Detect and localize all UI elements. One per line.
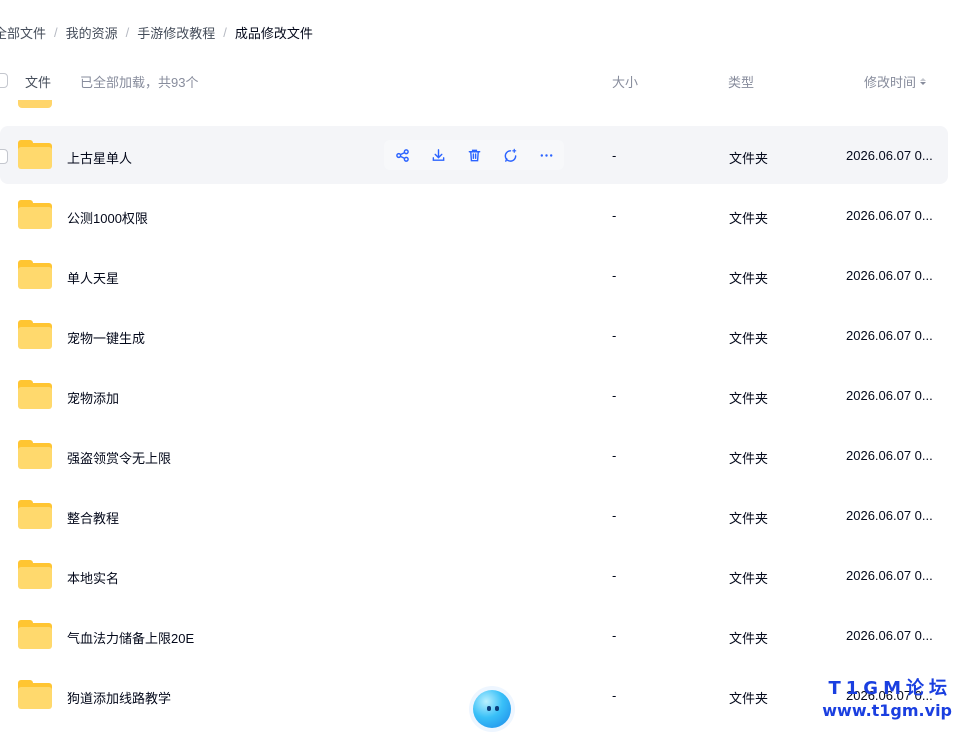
file-size: - xyxy=(612,268,617,283)
file-size: - xyxy=(612,148,617,163)
column-header-modified-time[interactable]: 修改时间 xyxy=(864,72,927,91)
table-row[interactable]: 强盗领赏令无上限 - 文件夹 2026.06.07 0... xyxy=(0,426,948,486)
assistant-avatar-icon xyxy=(473,690,511,728)
table-row[interactable]: 公测1000权限 - 文件夹 2026.06.07 0... xyxy=(0,186,948,246)
file-size: - xyxy=(612,508,617,523)
breadcrumb-separator: / xyxy=(223,24,227,40)
file-name[interactable]: 整合教程 xyxy=(67,508,119,527)
folder-icon xyxy=(18,440,52,470)
file-size: - xyxy=(612,208,617,223)
file-name[interactable]: 狗道添加线路教学 xyxy=(67,688,171,707)
file-modified-time: 2026.06.07 0... xyxy=(846,628,933,643)
file-modified-time: 2026.06.07 0... xyxy=(846,268,933,283)
file-type: 文件夹 xyxy=(729,451,769,466)
file-type: 文件夹 xyxy=(729,691,769,706)
file-modified-time: 2026.06.07 0... xyxy=(846,148,933,163)
file-type: 文件夹 xyxy=(729,631,769,646)
file-type: 文件夹 xyxy=(729,571,769,586)
folder-icon xyxy=(18,560,52,590)
file-modified-time: 2026.06.07 0... xyxy=(846,388,933,403)
table-row[interactable]: 整合教程 - 文件夹 2026.06.07 0... xyxy=(0,486,948,546)
folder-icon xyxy=(18,140,52,170)
ai-assistant-button[interactable] xyxy=(469,686,515,732)
file-size: - xyxy=(612,448,617,463)
file-size: - xyxy=(612,388,617,403)
breadcrumb-item-my-resources[interactable]: 我的资源 xyxy=(66,23,118,42)
table-row[interactable]: 单人天星 - 文件夹 2026.06.07 0... xyxy=(0,246,948,306)
file-modified-time: 2026.06.07 0... xyxy=(846,508,933,523)
file-type: 文件夹 xyxy=(729,271,769,286)
column-header-size[interactable]: 大小 xyxy=(612,72,638,91)
file-browser: 全部文件 / 我的资源 / 手游修改教程 / 成品修改文件 文件 已全部加载，共… xyxy=(0,0,958,733)
table-row[interactable]: 气血法力储备上限20E - 文件夹 2026.06.07 0... xyxy=(0,606,948,666)
file-size: - xyxy=(612,328,617,343)
table-row[interactable]: 宠物添加 - 文件夹 2026.06.07 0... xyxy=(0,366,948,426)
file-name[interactable]: 强盗领赏令无上限 xyxy=(67,448,171,467)
file-size: - xyxy=(612,688,617,703)
watermark: T1GM论坛 www.t1gm.vip xyxy=(822,678,952,722)
breadcrumb-separator: / xyxy=(54,24,58,40)
file-name[interactable]: 公测1000权限 xyxy=(67,208,148,227)
file-name[interactable]: 气血法力储备上限20E xyxy=(67,628,194,647)
file-type: 文件夹 xyxy=(729,331,769,346)
folder-icon xyxy=(18,320,52,350)
column-header-name[interactable]: 文件 xyxy=(25,72,51,91)
file-list-header: 文件 已全部加载，共93个 大小 类型 修改时间 xyxy=(0,60,958,100)
table-row[interactable]: 本地实名 - 文件夹 2026.06.07 0... xyxy=(0,546,948,606)
watermark-title: T1GM论坛 xyxy=(828,678,952,699)
table-row[interactable]: 上古星单人 - 文件夹 2026.06.07 0... xyxy=(0,126,948,184)
folder-icon xyxy=(18,260,52,290)
file-name[interactable]: 单人天星 xyxy=(67,268,119,287)
file-type: 文件夹 xyxy=(729,511,769,526)
file-modified-time: 2026.06.07 0... xyxy=(846,448,933,463)
download-icon[interactable] xyxy=(420,140,456,170)
file-modified-time: 2026.06.07 0... xyxy=(846,328,933,343)
loaded-count-text: 已全部加载，共93个 xyxy=(80,75,199,90)
row-checkbox[interactable] xyxy=(0,149,8,164)
breadcrumb-item-current: 成品修改文件 xyxy=(234,25,313,41)
file-name[interactable]: 本地实名 xyxy=(67,568,119,587)
file-name[interactable]: 宠物添加 xyxy=(67,388,119,407)
breadcrumb-item-mobile-game-tutorials[interactable]: 手游修改教程 xyxy=(137,23,215,42)
share-icon[interactable] xyxy=(384,140,420,170)
folder-icon xyxy=(18,620,52,650)
folder-icon xyxy=(18,200,52,230)
file-size: - xyxy=(612,628,617,643)
file-modified-time: 2026.06.07 0... xyxy=(846,568,933,583)
file-name[interactable]: 宠物一键生成 xyxy=(67,328,145,347)
row-actions xyxy=(384,140,564,170)
table-row[interactable]: 宠物一键生成 - 文件夹 2026.06.07 0... xyxy=(0,306,948,366)
breadcrumb-item-all-files[interactable]: 全部文件 xyxy=(0,23,46,42)
sort-icon xyxy=(920,78,927,85)
file-type: 文件夹 xyxy=(729,211,769,226)
file-list: 上古星单人 - 文件夹 2026.06.07 0... 公测1000权限 - 文… xyxy=(0,126,958,726)
delete-icon[interactable] xyxy=(456,140,492,170)
folder-icon xyxy=(18,380,52,410)
file-name[interactable]: 上古星单人 xyxy=(67,148,132,167)
ai-chat-icon[interactable] xyxy=(492,140,528,170)
column-header-type[interactable]: 类型 xyxy=(728,72,754,91)
file-type: 文件夹 xyxy=(729,391,769,406)
file-type: 文件夹 xyxy=(729,151,769,166)
select-all-checkbox[interactable] xyxy=(0,73,8,88)
column-header-modified-time-label: 修改时间 xyxy=(864,75,917,90)
folder-icon xyxy=(18,100,52,110)
breadcrumb-separator: / xyxy=(125,24,130,40)
breadcrumb: 全部文件 / 我的资源 / 手游修改教程 / 成品修改文件 xyxy=(0,22,313,42)
more-icon[interactable] xyxy=(528,140,564,170)
file-modified-time: 2026.06.07 0... xyxy=(846,208,933,223)
folder-icon xyxy=(18,680,52,710)
folder-icon xyxy=(18,500,52,530)
file-size: - xyxy=(612,568,617,583)
watermark-url: www.t1gm.vip xyxy=(822,701,952,720)
